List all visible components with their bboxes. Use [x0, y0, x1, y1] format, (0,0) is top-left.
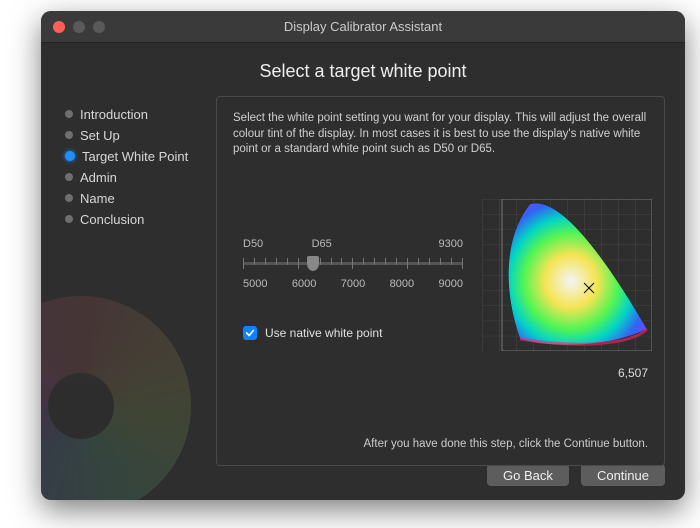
continue-button[interactable]: Continue — [581, 464, 665, 486]
close-icon[interactable] — [53, 21, 65, 33]
bullet-icon — [65, 215, 73, 223]
bullet-icon — [65, 151, 75, 161]
slider-label-d50: D50 — [243, 237, 304, 252]
sidebar-item-introduction: Introduction — [65, 104, 216, 124]
step-sidebar: Introduction Set Up Target White Point A… — [41, 96, 216, 466]
sidebar-item-name: Name — [65, 188, 216, 208]
cie-gamut-diagram — [482, 199, 652, 351]
sidebar-item-setup: Set Up — [65, 125, 216, 145]
tick-8000: 8000 — [390, 277, 414, 292]
slider-thumb[interactable] — [307, 256, 319, 271]
bullet-icon — [65, 110, 73, 118]
sidebar-item-label: Set Up — [80, 128, 120, 143]
slider-label-9300: 9300 — [362, 237, 463, 252]
slider-label-d65: D65 — [304, 237, 362, 252]
tick-9000: 9000 — [439, 277, 463, 292]
page-title: Select a target white point — [41, 61, 685, 82]
bullet-icon — [65, 131, 73, 139]
use-native-white-point-row[interactable]: Use native white point — [243, 325, 382, 341]
tick-5000: 5000 — [243, 277, 267, 292]
tick-7000: 7000 — [341, 277, 365, 292]
white-point-slider[interactable] — [243, 262, 463, 265]
window-controls — [53, 21, 105, 33]
footer-buttons: Go Back Continue — [487, 464, 665, 486]
go-back-button[interactable]: Go Back — [487, 464, 569, 486]
bullet-icon — [65, 194, 73, 202]
sidebar-item-target-white-point: Target White Point — [65, 146, 216, 166]
app-window: Display Calibrator Assistant Select a ta… — [41, 11, 685, 500]
content-pane: Select the white point setting you want … — [216, 96, 665, 466]
slider-top-labels: D50 D65 9300 — [243, 237, 463, 252]
sidebar-item-label: Admin — [80, 170, 117, 185]
sidebar-item-label: Conclusion — [80, 212, 144, 227]
white-point-readout: 6,507 — [618, 365, 648, 381]
sidebar-item-label: Name — [80, 191, 115, 206]
white-point-slider-area: D50 D65 9300 5000 6000 — [243, 237, 463, 292]
bullet-icon — [65, 173, 73, 181]
titlebar: Display Calibrator Assistant — [41, 11, 685, 43]
checkbox-label: Use native white point — [265, 325, 382, 341]
minimize-icon — [73, 21, 85, 33]
sidebar-item-conclusion: Conclusion — [65, 209, 216, 229]
tick-6000: 6000 — [292, 277, 316, 292]
description-text: Select the white point setting you want … — [233, 111, 648, 158]
window-title: Display Calibrator Assistant — [41, 19, 685, 34]
checkbox-checked-icon[interactable] — [243, 326, 257, 340]
slider-bottom-labels: 5000 6000 7000 8000 9000 — [243, 277, 463, 292]
sidebar-item-admin: Admin — [65, 167, 216, 187]
zoom-icon — [93, 21, 105, 33]
instruction-hint: After you have done this step, click the… — [364, 437, 648, 453]
sidebar-item-label: Target White Point — [82, 149, 188, 164]
sidebar-item-label: Introduction — [80, 107, 148, 122]
